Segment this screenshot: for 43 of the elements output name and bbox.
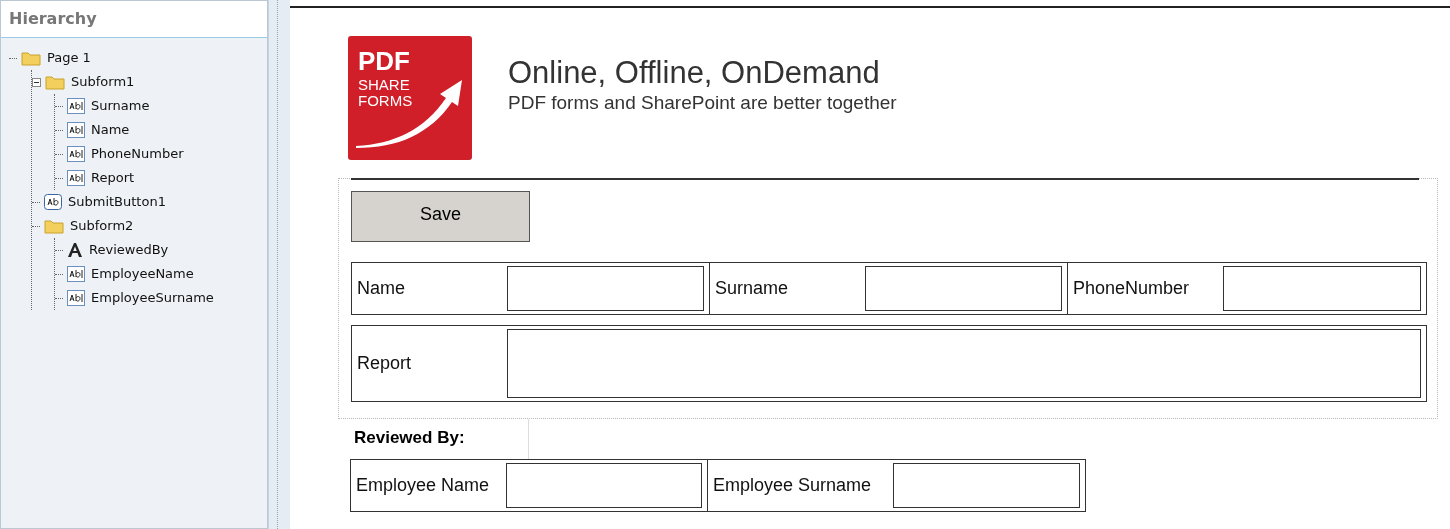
tree-item[interactable]: Subform1	[71, 72, 135, 92]
field-label: Employee Name	[356, 474, 491, 497]
tree-item[interactable]: Report	[91, 168, 135, 188]
field-label: Employee Surname	[713, 474, 873, 497]
text-field-icon	[67, 170, 85, 186]
field-label: Name	[357, 277, 406, 300]
text-field-icon	[67, 266, 85, 282]
folder-icon	[44, 218, 64, 234]
tree-item[interactable]: SubmitButton1	[68, 192, 166, 212]
tree-item[interactable]: Surname	[91, 96, 150, 116]
text-field-icon	[67, 122, 85, 138]
input-field[interactable]	[507, 329, 1421, 398]
save-button[interactable]: Save	[351, 191, 530, 242]
tree-item[interactable]: PhoneNumber	[91, 144, 184, 164]
field-label: Surname	[715, 277, 790, 300]
tree-item[interactable]: ReviewedBy	[89, 240, 169, 260]
field-label: PhoneNumber	[1073, 277, 1191, 300]
tree-item[interactable]: EmployeeSurname	[91, 288, 214, 308]
logo-text: FORMS	[358, 93, 414, 108]
collapse-icon[interactable]	[32, 77, 41, 87]
header-subtitle: PDF forms and SharePoint are better together	[508, 92, 897, 114]
header-title: Online, Offline, OnDemand	[508, 54, 881, 92]
panel-title: Hierarchy	[1, 1, 267, 38]
tree-item[interactable]: Page 1	[47, 48, 91, 68]
input-field[interactable]	[865, 266, 1062, 311]
input-field[interactable]	[893, 463, 1080, 508]
input-field[interactable]	[507, 266, 704, 311]
input-field[interactable]	[1223, 266, 1421, 311]
logo-text: PDF	[358, 48, 411, 74]
section-label: Reviewed By:	[350, 419, 529, 459]
field-label: Report	[357, 352, 413, 375]
text-field-icon	[67, 146, 85, 162]
text-field-icon	[67, 98, 85, 114]
text-field-icon	[67, 290, 85, 306]
logo-text: SHARE	[358, 77, 411, 92]
folder-icon	[45, 74, 65, 90]
input-field[interactable]	[506, 463, 702, 508]
folder-icon	[21, 50, 41, 66]
tree-item[interactable]: EmployeeName	[91, 264, 194, 284]
tree-item[interactable]: Name	[91, 120, 130, 140]
tree-item[interactable]: Subform2	[70, 216, 134, 236]
text-label-icon	[67, 242, 83, 258]
button-icon	[44, 194, 62, 210]
